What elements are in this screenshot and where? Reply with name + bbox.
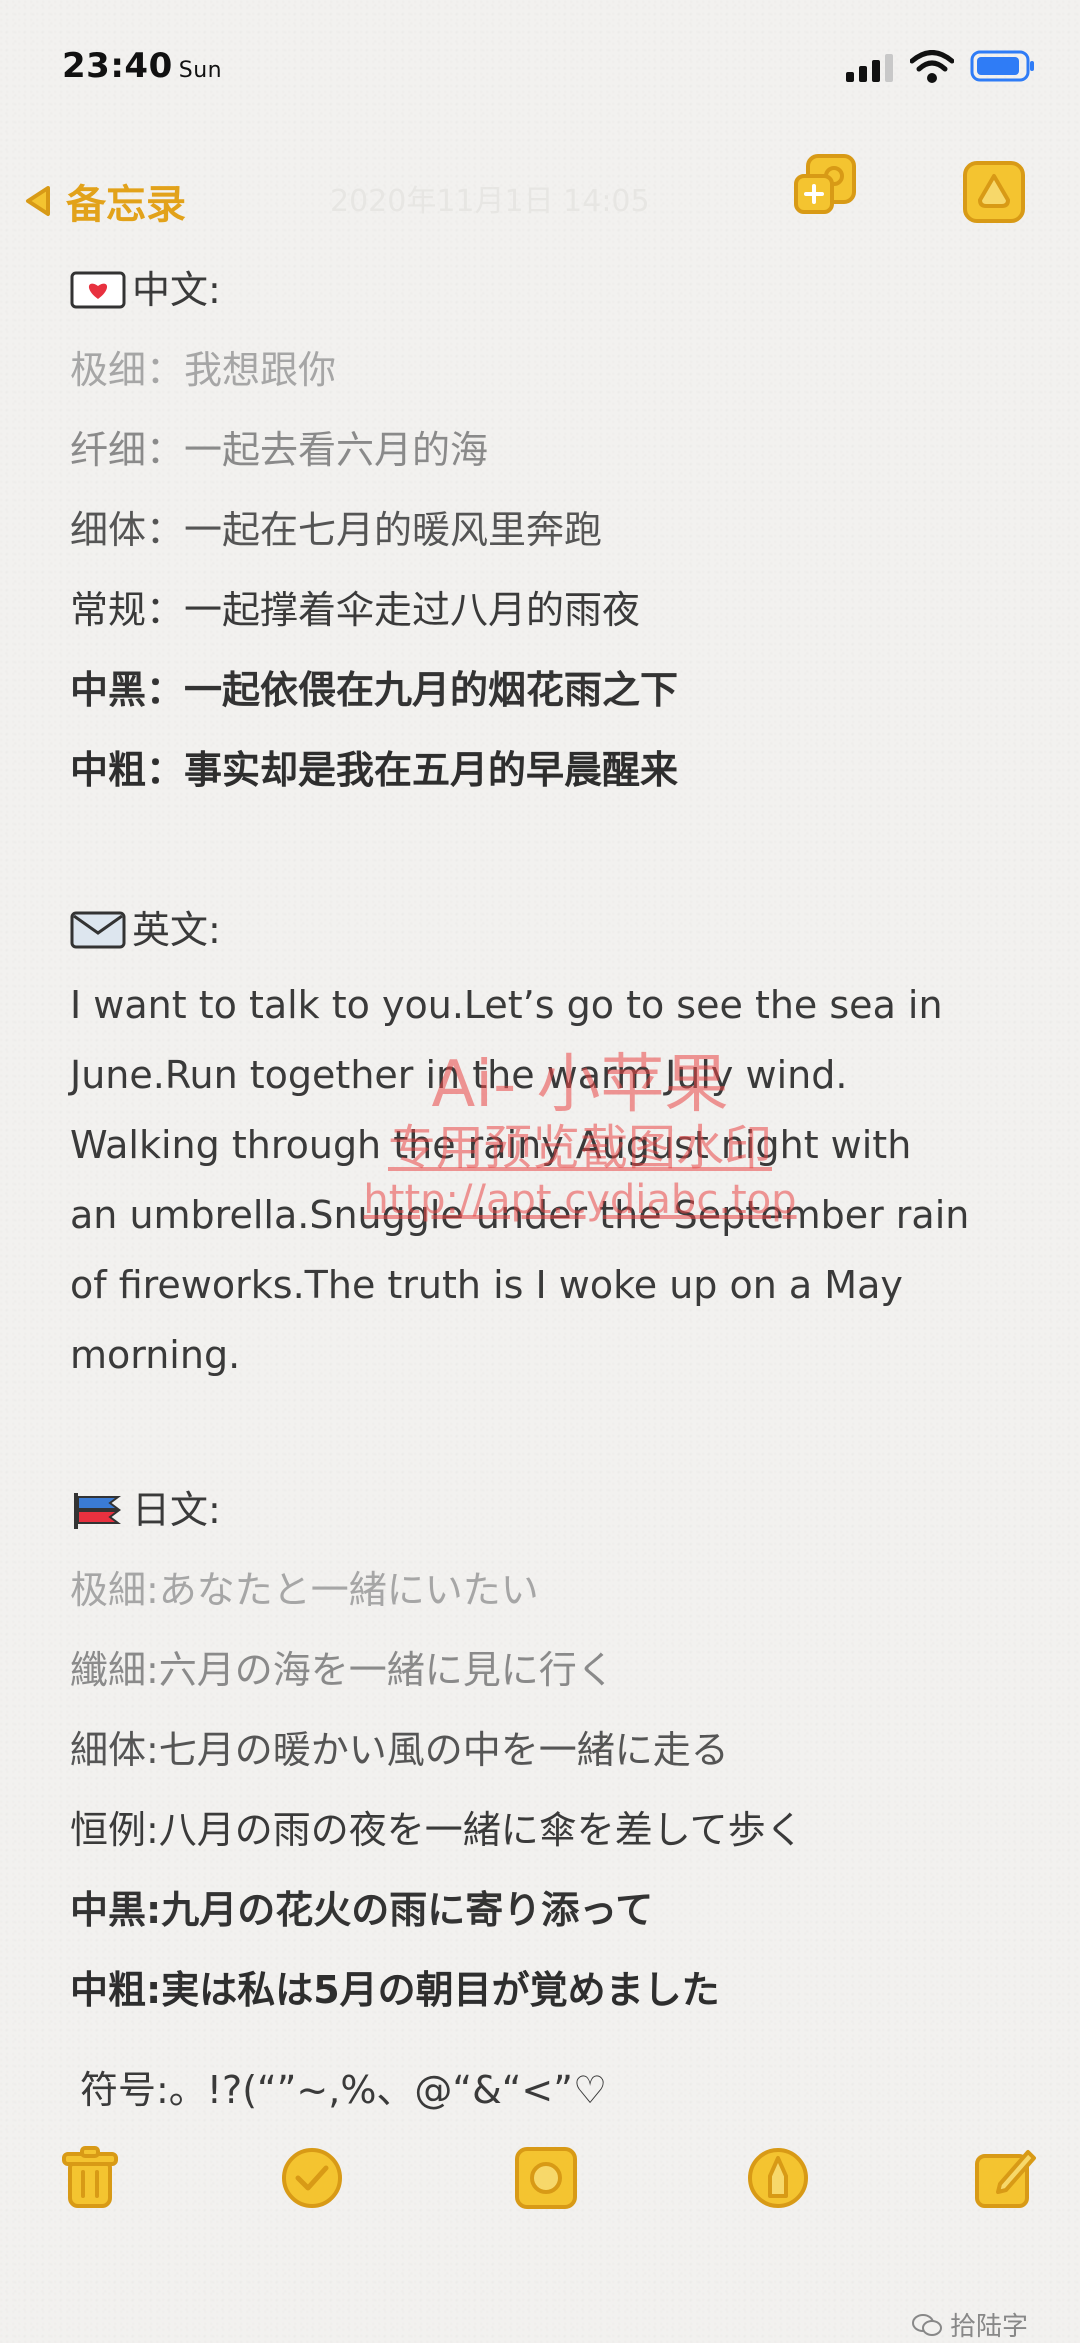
japanese-section-heading: 日文: (70, 1470, 1030, 1550)
japanese-line-light: 細体:七月の暖かい風の中を一緒に走る (70, 1728, 729, 1772)
back-button[interactable]: 备忘录 (22, 172, 186, 230)
chinese-line-semibold: 中粗：事实却是我在五月的早晨醒来 (70, 748, 679, 792)
chinese-line-ultralight: 极细：我想跟你 (70, 348, 337, 392)
chinese-line-regular: 常规：一起撑着伞走过八月的雨夜 (70, 588, 641, 632)
english-line: morning. (70, 1333, 241, 1377)
chevron-left-icon (26, 186, 50, 216)
wifi-icon (910, 50, 954, 83)
chinese-line-light: 细体：一起在七月的暖风里奔跑 (70, 508, 603, 552)
status-day: Sun (178, 58, 223, 83)
checklist-icon[interactable] (280, 2146, 344, 2210)
watermark-line: Ai- 小苹果 (431, 1048, 729, 1122)
english-heading-text: 英文: (132, 908, 221, 952)
trash-icon[interactable] (58, 2146, 122, 2210)
battery-icon (970, 50, 1034, 82)
footer-brand: 拾陆字 (912, 2306, 1028, 2343)
english-line: of fireworks.The truth is I woke up on a… (70, 1263, 903, 1307)
markup-pen-icon[interactable] (746, 2146, 810, 2210)
japanese-line-regular: 恒例:八月の雨の夜を一緒に傘を差して歩く (70, 1808, 804, 1852)
english-line: I want to talk to you.Let’s go to see th… (70, 983, 943, 1027)
english-section-heading: 英文: (70, 890, 1030, 970)
chinese-heading-text: 中文: (132, 268, 221, 312)
back-label: 备忘录 (66, 182, 186, 228)
camera-icon[interactable] (514, 2146, 578, 2210)
japanese-line-thin: 纖細:六月の海を一緒に見に行く (70, 1648, 615, 1692)
chinese-section-heading: 中文: (70, 250, 1030, 330)
envelope-icon (70, 911, 126, 949)
share-icon[interactable] (962, 160, 1026, 224)
compose-icon[interactable] (974, 2146, 1038, 2210)
chinese-line-thin: 纤细：一起去看六月的海 (70, 428, 489, 472)
add-people-icon[interactable] (794, 154, 858, 218)
symbols-line: 符号:。!?(“”~,%、@“&“<”♡ (80, 2068, 608, 2112)
chinese-line-medium: 中黑：一起依偎在九月的烟花雨之下 (70, 668, 679, 712)
watermark-line: 专用预览截图水印 (387, 1120, 772, 1176)
watermark-line: http://apt.cydiabc.top (363, 1177, 797, 1223)
wechat-icon (912, 2313, 942, 2336)
carp-streamer-icon (74, 1493, 121, 1529)
japanese-heading-text: 日文: (132, 1488, 221, 1532)
footer-brand-text: 拾陆字 (950, 2312, 1029, 2342)
status-time: 23:40 Sun (62, 46, 223, 86)
cellular-signal-icon (846, 54, 893, 82)
japanese-line-semibold: 中粗:実は私は5月の朝目が覚めました (70, 1968, 720, 2012)
japanese-line-ultralight: 极細:あなたと一緒にいたい (70, 1568, 539, 1612)
japanese-line-medium: 中黒:九月の花火の雨に寄り添って (70, 1888, 654, 1932)
watermark: Ai- 小苹果 专用预览截图水印 http://apt.cydiabc.top (300, 1050, 860, 1224)
note-date: 2020年11月1日 14:05 (330, 184, 650, 219)
love-letter-icon (70, 271, 126, 309)
